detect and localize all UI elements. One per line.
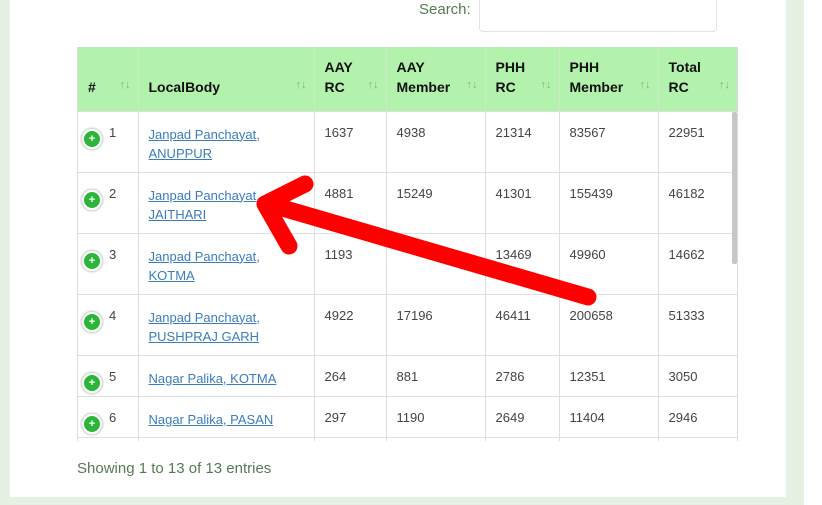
- entries-info: Showing 1 to 13 of 13 entries: [77, 460, 272, 477]
- sort-icon: ↑↓: [639, 78, 651, 91]
- search-input[interactable]: [479, 0, 717, 32]
- localbody-link[interactable]: Janpad Panchayat, ANUPPUR: [149, 125, 304, 163]
- index-cell: +6: [78, 396, 139, 438]
- localbody-cell: Nagar Palika, KOTMA: [138, 355, 315, 397]
- localbody-cell: Janpad Panchayat, KOTMA: [138, 233, 315, 295]
- localbody-cell: Janpad Panchayat, ANUPPUR: [138, 110, 315, 173]
- table-row: +2 Janpad Panchayat, JAITHARI 4881 15249 …: [78, 172, 737, 234]
- col-header-aay-rc[interactable]: AAY RC ↑↓: [314, 47, 387, 111]
- phh-rc-cell: 2649: [485, 396, 560, 438]
- expand-row-icon[interactable]: +: [82, 189, 102, 210]
- table-row-partial: [78, 437, 737, 441]
- localbody-link[interactable]: Nagar Palika, KOTMA: [149, 369, 304, 388]
- phh-rc-cell: 46411: [485, 294, 560, 356]
- index-cell: +1: [78, 110, 139, 173]
- col-header-phh-member[interactable]: PHH Member ↑↓: [559, 47, 659, 111]
- sort-icon: ↑↓: [466, 78, 478, 91]
- aay-member-cell: 881: [386, 355, 486, 397]
- expand-row-icon[interactable]: +: [82, 311, 102, 332]
- table-row: +1 Janpad Panchayat, ANUPPUR 1637 4938 21…: [78, 110, 737, 173]
- index-cell: +2: [78, 172, 139, 234]
- sort-icon: ↑↓: [719, 78, 730, 91]
- expand-row-icon[interactable]: +: [82, 128, 102, 149]
- aay-rc-cell: 264: [314, 355, 387, 397]
- table-header-row: # ↑↓ LocalBody ↑↓ AAY RC ↑↓ AAY Member ↑↓ PHH R…: [78, 47, 737, 111]
- aay-rc-cell: 1637: [314, 110, 387, 173]
- col-header-index[interactable]: # ↑↓: [78, 47, 139, 111]
- frame-right: [786, 0, 804, 505]
- col-header-aay-member[interactable]: AAY Member ↑↓: [386, 47, 486, 111]
- phh-rc-cell: 2786: [485, 355, 560, 397]
- aay-member-cell: 17196: [386, 294, 486, 356]
- phh-member-cell: 83567: [559, 110, 659, 173]
- total-rc-cell: 3050: [658, 355, 737, 397]
- table-scrollbar[interactable]: [732, 112, 737, 264]
- col-header-localbody[interactable]: LocalBody ↑↓: [138, 47, 315, 111]
- localbody-link[interactable]: Janpad Panchayat, JAITHARI: [149, 186, 304, 224]
- expand-row-icon[interactable]: +: [82, 250, 102, 271]
- table-row: +3 Janpad Panchayat, KOTMA 1193 13469 499…: [78, 233, 737, 295]
- localbody-link[interactable]: Janpad Panchayat, KOTMA: [149, 247, 304, 285]
- index-cell: +5: [78, 355, 139, 397]
- total-rc-cell: 22951: [658, 110, 737, 173]
- sort-icon: ↑↓: [367, 78, 379, 91]
- localbody-link[interactable]: Nagar Palika, PASAN: [149, 410, 304, 429]
- localbody-cell: Nagar Palika, PASAN: [138, 396, 315, 438]
- expand-row-icon[interactable]: +: [82, 372, 102, 393]
- aay-rc-cell: 4881: [314, 172, 387, 234]
- table-row: +5 Nagar Palika, KOTMA 264 881 2786 1235…: [78, 355, 737, 397]
- col-header-total-rc[interactable]: Total RC ↑↓: [658, 47, 737, 111]
- total-rc-cell: 2946: [658, 396, 737, 438]
- localbody-link[interactable]: Janpad Panchayat, PUSHPRAJ GARH: [149, 308, 304, 346]
- table-row: +6 Nagar Palika, PASAN 297 1190 2649 114…: [78, 396, 737, 438]
- phh-rc-cell: 21314: [485, 110, 560, 173]
- entries-table: # ↑↓ LocalBody ↑↓ AAY RC ↑↓ AAY Member ↑↓ PHH R…: [77, 47, 738, 441]
- total-rc-cell: 46182: [658, 172, 737, 234]
- frame-left: [0, 0, 10, 505]
- aay-rc-cell: 1193: [314, 233, 387, 295]
- phh-rc-cell: 41301: [485, 172, 560, 234]
- aay-member-cell: 1190: [386, 396, 486, 438]
- aay-rc-cell: 4922: [314, 294, 387, 356]
- sort-icon: ↑↓: [295, 78, 307, 91]
- total-rc-cell: 51333: [658, 294, 737, 356]
- expand-row-icon[interactable]: +: [82, 413, 102, 434]
- localbody-cell: Janpad Panchayat, PUSHPRAJ GARH: [138, 294, 315, 356]
- aay-member-cell: 15249: [386, 172, 486, 234]
- localbody-cell: Janpad Panchayat, JAITHARI: [138, 172, 315, 234]
- aay-member-cell: [386, 233, 486, 295]
- table-row: +4 Janpad Panchayat, PUSHPRAJ GARH 4922 1…: [78, 294, 737, 356]
- search-label: Search:: [419, 1, 471, 18]
- aay-rc-cell: 297: [314, 396, 387, 438]
- index-cell: +3: [78, 233, 139, 295]
- col-header-phh-rc[interactable]: PHH RC ↑↓: [485, 47, 560, 111]
- frame-bottom: [0, 497, 804, 505]
- phh-member-cell: 49960: [559, 233, 659, 295]
- phh-member-cell: 11404: [559, 396, 659, 438]
- phh-member-cell: 200658: [559, 294, 659, 356]
- total-rc-cell: 14662: [658, 233, 737, 295]
- sort-icon: ↑↓: [119, 78, 131, 91]
- sort-icon: ↑↓: [540, 78, 552, 91]
- index-cell: +4: [78, 294, 139, 356]
- phh-rc-cell: 13469: [485, 233, 560, 295]
- aay-member-cell: 4938: [386, 110, 486, 173]
- phh-member-cell: 155439: [559, 172, 659, 234]
- phh-member-cell: 12351: [559, 355, 659, 397]
